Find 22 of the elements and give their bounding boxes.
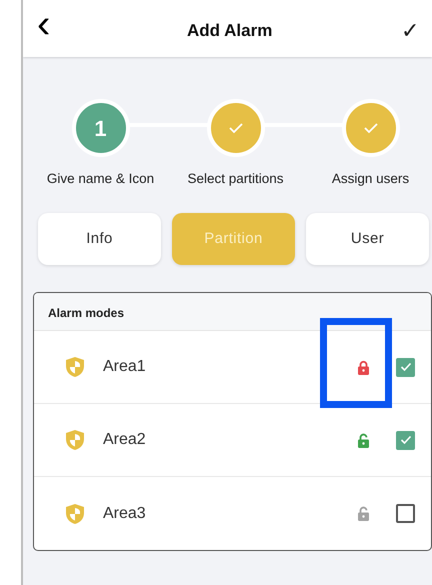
confirm-button[interactable]: ✓ (401, 14, 419, 47)
step-label: Assign users (332, 170, 410, 188)
area-name: Area1 (103, 357, 146, 377)
checkbox[interactable] (396, 504, 415, 523)
tab[interactable]: Info (38, 213, 161, 265)
area-name: Area2 (103, 430, 146, 450)
check-icon (362, 122, 378, 134)
check-icon (400, 435, 412, 445)
check-icon (228, 122, 244, 134)
step-label: Give name & Icon (46, 170, 154, 188)
shield-icon (65, 502, 85, 524)
shield-icon (65, 429, 85, 451)
shield-icon (65, 356, 85, 378)
step-label: Select partitions (187, 170, 284, 188)
section-title: Alarm modes (48, 305, 124, 322)
area-name: Area3 (103, 504, 146, 524)
check-icon (400, 362, 412, 372)
checkbox[interactable] (396, 358, 415, 376)
back-button[interactable]: ‹ (37, 4, 50, 44)
tab[interactable]: User (306, 213, 429, 265)
checkbox[interactable] (396, 430, 415, 450)
screen-title: Add Alarm (187, 20, 272, 42)
